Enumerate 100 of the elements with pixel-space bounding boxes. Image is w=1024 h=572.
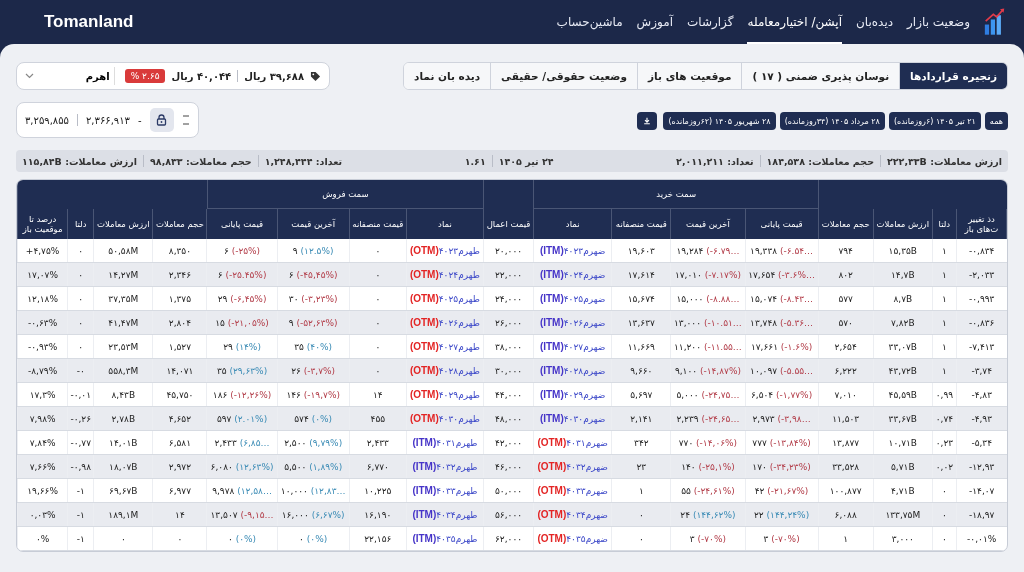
price-cell: ۰ (۰%) (206, 526, 278, 551)
table-cell: ۱۴,۲۷M (93, 262, 153, 287)
summary-stat: ۱.۶۱ (464, 155, 486, 167)
price-cell: ۹,۹۷۸ (۱۲,۵۸… (206, 478, 278, 503)
table-cell: ۲,۹۷۲ (152, 454, 207, 479)
table-cell: -۰,۶۳% (17, 310, 68, 335)
price-cell: ۵۵ (-۲۴,۶۱%) (670, 478, 745, 503)
table-cell: ۰ (152, 526, 207, 551)
column-header: نماد (533, 209, 612, 239)
table-cell: ۷,۸۲B (873, 310, 933, 335)
table-cell: ۲۴,۰۰۰ (483, 286, 534, 311)
summary-stat: تعداد: ۲,۰۱۱,۲۱۱ (676, 155, 754, 167)
table-cell: ۳۳,۵۲۸ (818, 454, 874, 479)
price-cell: ۶,۵۰۴ (-۱,۷۷%) (745, 382, 819, 407)
expiry-chip[interactable]: همه (984, 112, 1008, 130)
table-cell: ۴۳,۷۲B (873, 358, 933, 383)
tab[interactable]: موقعیت های باز (637, 63, 742, 89)
tab[interactable]: زنجیره قراردادها (899, 63, 1007, 89)
column-header: حجم معاملات (152, 209, 207, 239)
table-cell: ۱۶,۱۹۰ (349, 502, 407, 527)
table-cell: ۳,۰۰۰ (873, 526, 933, 551)
caret-icon (25, 73, 34, 79)
table-cell: ۱۹,۶۰۳ (611, 239, 671, 263)
price-cell: ۰ (۰%) (277, 526, 350, 551)
price-cell: ۷۷۰ (-۱۴,۰۶%) (670, 430, 745, 455)
table-cell: ۰,۹۹ (932, 382, 957, 407)
table-cell: ۰ (349, 239, 407, 263)
price-cell: ۱۰,۰۰۰ (۱۲,۸۳… (277, 478, 350, 503)
table-cell: ۱۸۹,۱M (93, 502, 153, 527)
price-cell: ۹ (-۵۲,۶۳%) (277, 310, 350, 335)
price-cell: ۳۰ (-۳,۲۳%) (277, 286, 350, 311)
nav-link[interactable]: آموزش (636, 0, 673, 44)
table-cell: ۷,۹۸% (17, 406, 68, 431)
column-header: قیمت منصفانه (349, 209, 407, 239)
table-cell: ۱۸,۰۷B (93, 454, 153, 479)
column-header: آخرین قیمت (277, 209, 350, 239)
table-cell: ۲۰,۰۰۰ (483, 239, 534, 263)
column-header: دذ تغییر ت‌های باز (956, 209, 1007, 239)
price-cell: ۱۴۶ (-۱۹,۷%) (277, 382, 350, 407)
column-header: آخرین قیمت (670, 209, 745, 239)
column-header: قیمت اعمال (483, 209, 534, 239)
table-cell: ۲۳,۵۳M (93, 334, 153, 359)
price-cell: ۱۹,۲۸۴ (-۶.۷۹… (670, 239, 745, 263)
table-cell: ۱۳,۶۳۷ (611, 310, 671, 335)
nav-link[interactable]: وضعیت بازار (907, 0, 970, 44)
table-cell: ۰ (932, 478, 957, 503)
price-cell: ۲۲ (۱۴۴,۲۴%) (745, 502, 819, 527)
price-cell: ۲۹ (۱۴%) (206, 334, 278, 359)
table-cell: -۳,۷۴ (956, 358, 1007, 383)
table-cell: ۱۹,۶۶% (17, 478, 68, 503)
group-header: سمت فروش (207, 180, 484, 209)
column-header: قیمت پایانی (206, 209, 278, 239)
table-cell: -۱ (67, 526, 94, 551)
table-cell: ۶,۰۸۸ (818, 502, 874, 527)
table-cell: ۱ (932, 239, 957, 263)
expiry-chip[interactable]: ۲۸ شهریور ۱۴۰۵ (۶۲روزمانده) (663, 112, 776, 130)
table-cell: ۱۷,۰۷% (17, 262, 68, 287)
table-cell: ۷,۸۴% (17, 430, 68, 455)
price-cell: ۲,۲۳۹ (-۲۴,۶۵… (670, 406, 745, 431)
table-cell: ۰ (67, 239, 94, 263)
column-header: قیمت منصفانه (611, 209, 671, 239)
table-cell: ۱۳,۸۷۷ (818, 430, 874, 455)
price-cell: ۶ (-۲۵%) (206, 239, 278, 263)
tab[interactable]: نوسان پذیری ضمنی ( ۱۷ ) (741, 63, 900, 89)
price-cell: ۱۷,۶۵۴ (-۳.۶%… (745, 262, 819, 287)
range-value: ۲,۳۶۶,۹۱۳ (85, 114, 130, 126)
expiry-chip[interactable]: ۲۱ تیر ۱۴۰۵ (۶روزمانده) (888, 112, 981, 130)
table-cell: ۱ (932, 286, 957, 311)
table-cell: ۳۴۲ (611, 430, 671, 455)
price-cell: ۱۳,۰۰۰ (-۱۰.۵۱… (670, 310, 745, 335)
price-cell: ۲۹ (-۶,۴۵%) (206, 286, 278, 311)
table-cell: ۰ (67, 310, 94, 335)
nav-link[interactable]: گزارشات (687, 0, 734, 44)
table-cell: ۰ (349, 358, 407, 383)
table-cell: ۳۸,۰۰۰ (483, 334, 534, 359)
table-cell: ۱۰,۷۱B (873, 430, 933, 455)
tab[interactable]: دیده بان نماد (404, 63, 491, 89)
price-cell: ۱۵,۰۰۰ (-۸.۸۸… (670, 286, 745, 311)
download-button[interactable] (637, 112, 658, 130)
table-cell: ۵۰,۰۰۰ (483, 478, 534, 503)
lock-button[interactable] (149, 108, 174, 132)
table-cell: ۲۲,۰۰۰ (483, 262, 534, 287)
nav-link[interactable]: دیده‌بان (856, 0, 894, 44)
column-header: نماد (406, 209, 484, 239)
table-cell: ۱,۳۷۵ (152, 286, 207, 311)
price-cell: ۳ (-۷۰%) (745, 526, 819, 551)
table-cell: ۶۹,۶۷B (93, 478, 153, 503)
table-cell: ۵۵۸,۳M (93, 358, 153, 383)
table-cell: ۱۷,۶۱۴ (611, 262, 671, 287)
table-cell: ۱ (932, 262, 957, 287)
leverage-select[interactable]: اهرم (25, 67, 115, 85)
tab[interactable]: وضعیت حقوقی/ حقیقی (490, 63, 638, 89)
nav-link[interactable]: ماشین‌حساب (556, 0, 623, 44)
table-cell: ۰,۰۳% (17, 502, 68, 527)
table-cell: ۱۳۳,۷۵M (873, 502, 933, 527)
price-cell: ۱۱,۲۰۰ (-۱۱.۵۵… (670, 334, 745, 359)
table-cell: ۲,۳۴۶ (152, 262, 207, 287)
price-cell: ۵,۰۰۰ (-۲۴,۷۵… (670, 382, 745, 407)
expiry-chip[interactable]: ۲۸ مرداد ۱۴۰۵ (۳۴روزمانده) (779, 112, 885, 130)
table-cell: ۱۴ (349, 382, 407, 407)
